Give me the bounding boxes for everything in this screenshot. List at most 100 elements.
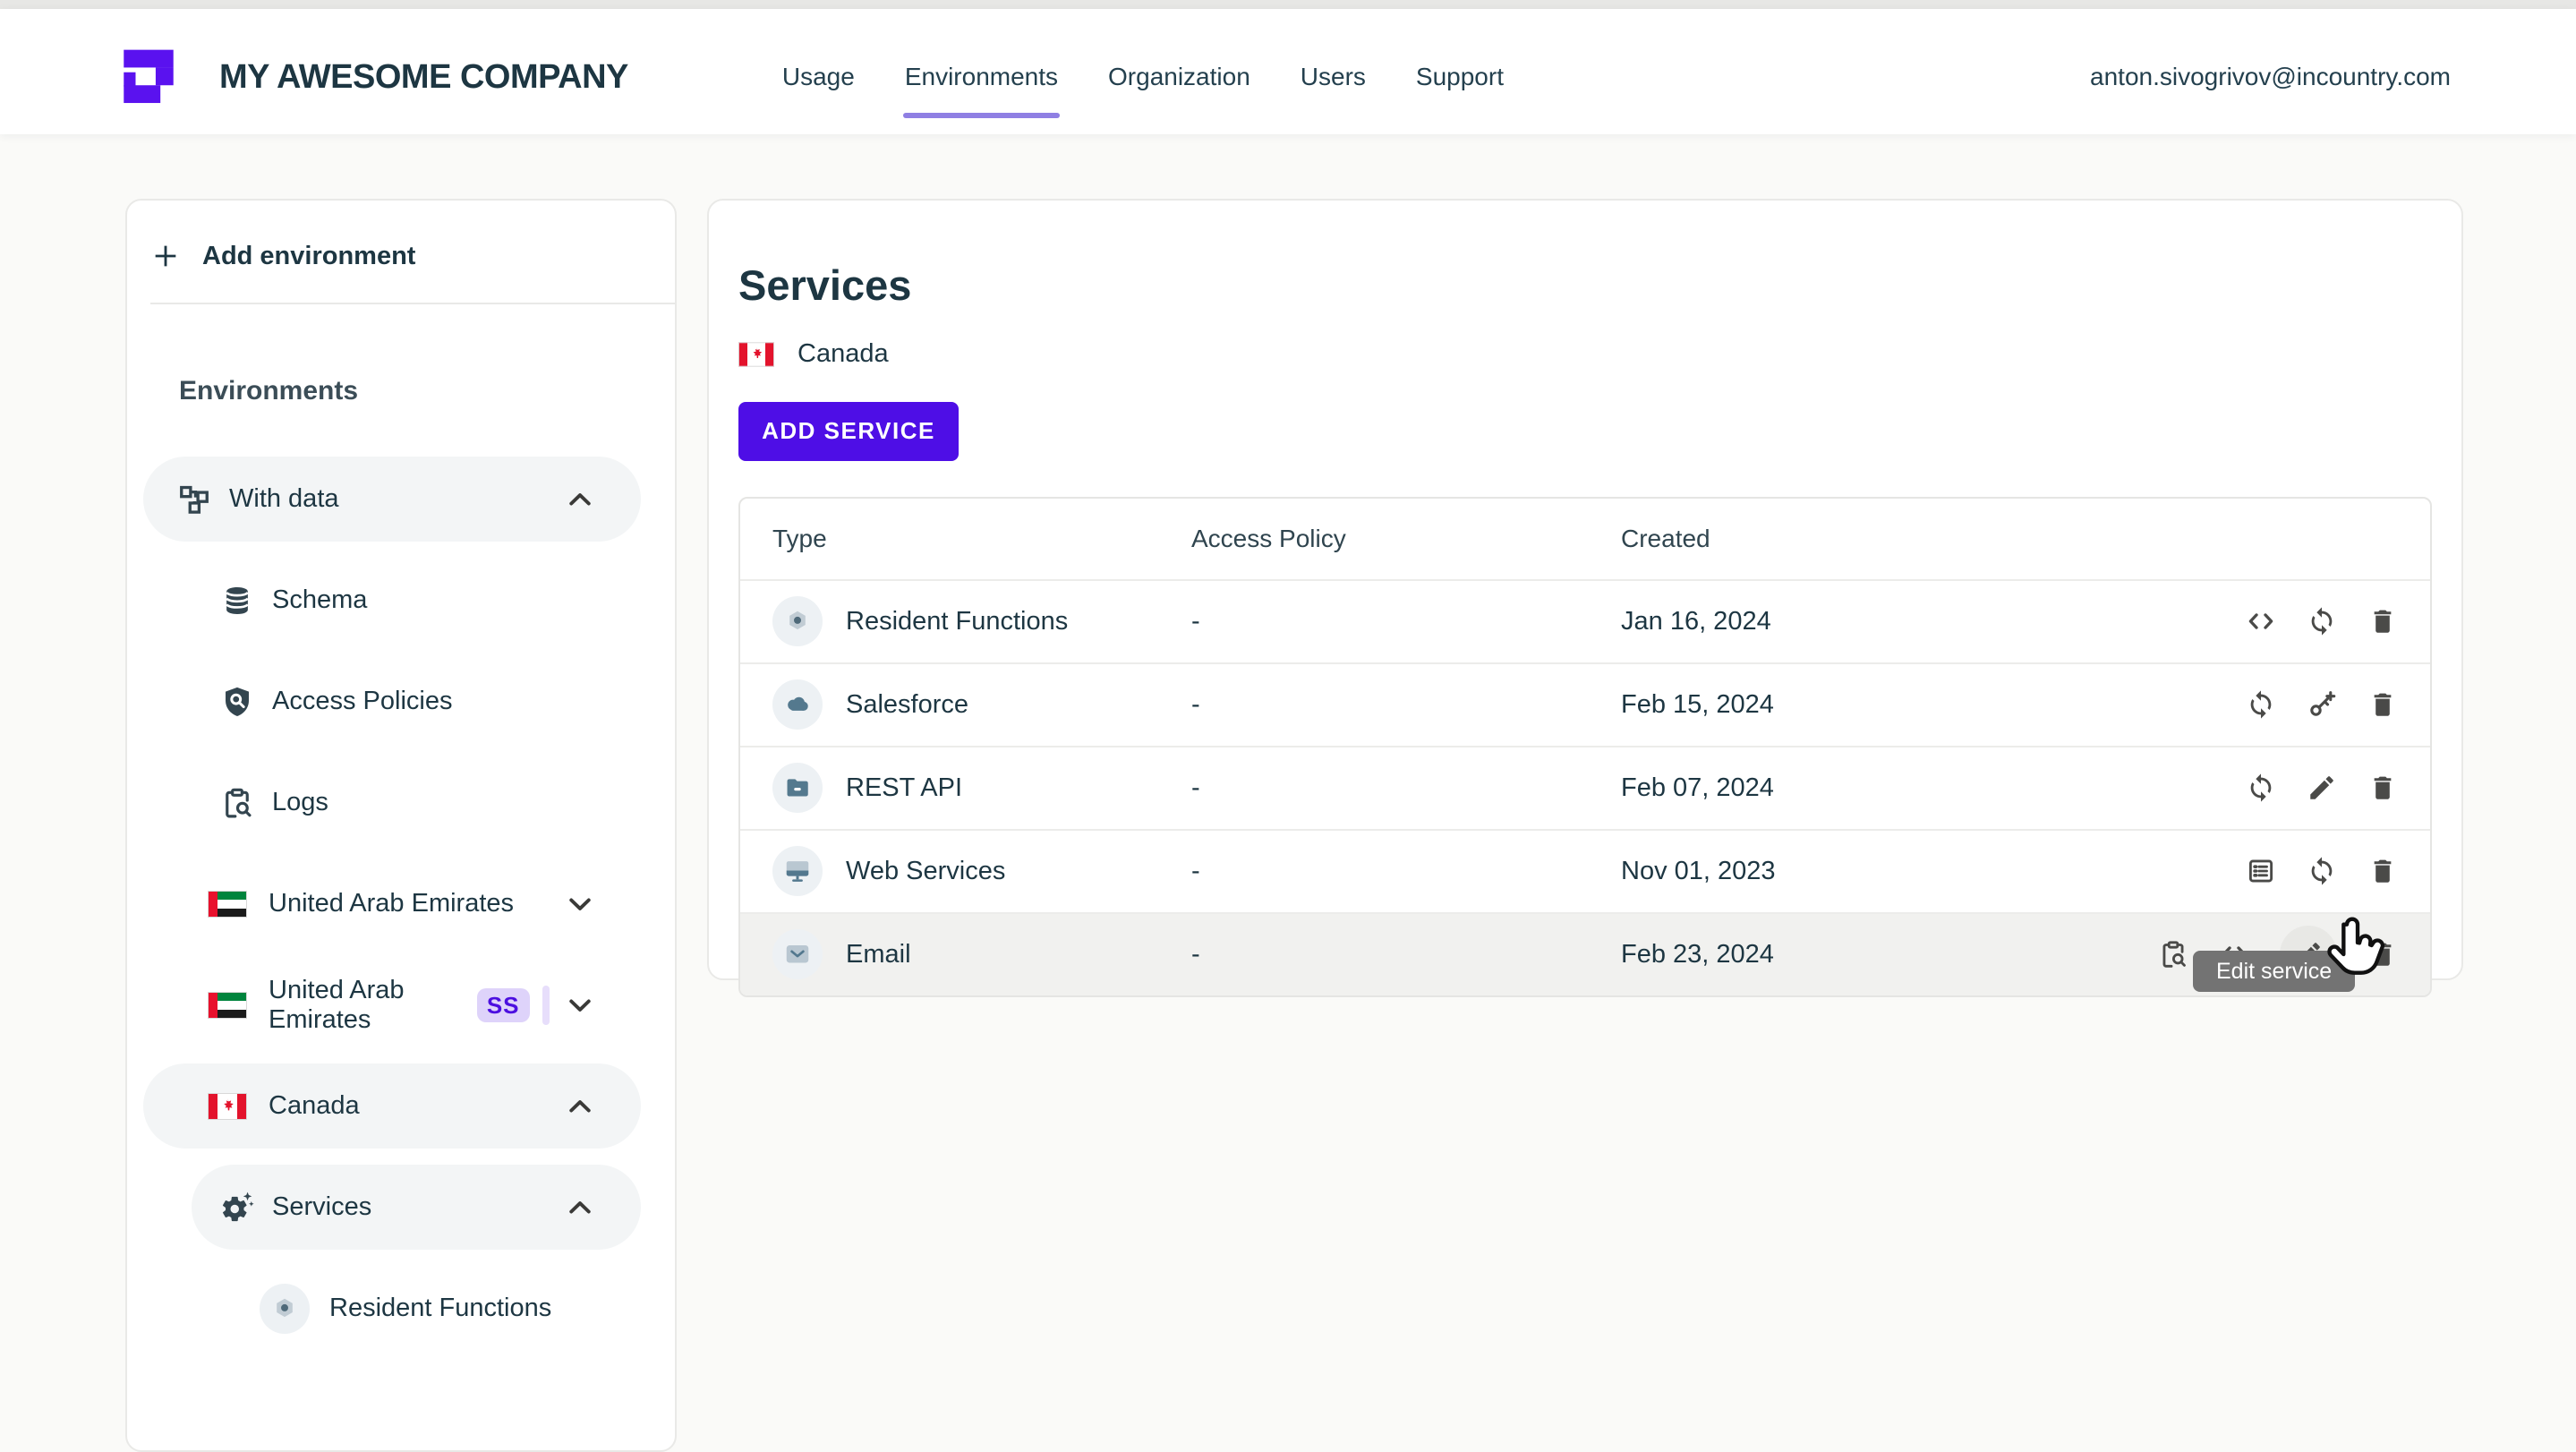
table-header: Type Access Policy Created [740,499,2430,579]
resident-functions-icon [260,1284,310,1334]
service-type-label: REST API [846,773,962,803]
user-email[interactable]: anton.sivogrivov@incountry.com [2090,63,2451,91]
flag-ca-icon [738,342,774,367]
brand[interactable]: MY AWESOME COMPANY [119,47,628,107]
add-environment-label: Add environment [202,242,415,271]
column-created: Created [1621,525,2060,553]
sync-action-button[interactable] [2307,606,2337,636]
sidebar-item-united-arab-emirates[interactable]: United Arab Emirates [143,861,641,946]
folder-icon [772,763,823,813]
gear-sparkle-icon [220,1191,254,1225]
flag-ca-icon [208,1093,247,1120]
chevron-up-icon[interactable] [564,483,596,516]
chevron-up-icon[interactable] [564,1191,596,1224]
column-access-policy: Access Policy [1191,525,1621,553]
sidebar-item-label: Resident Functions [329,1294,551,1323]
row-actions [2060,606,2430,636]
nav-tab-users[interactable]: Users [1299,59,1368,95]
sidebar-item-canada[interactable]: Canada [143,1063,641,1149]
chevron-down-icon[interactable] [564,989,596,1021]
service-row-email[interactable]: Email - Feb 23, 2024 [740,912,2430,995]
sidebar-item-label: Services [272,1192,371,1222]
delete-action-button[interactable] [2367,689,2398,720]
database-icon [220,584,254,618]
delete-action-button[interactable] [2367,606,2398,636]
edit-service-tooltip: Edit service [2193,951,2355,992]
sidebar-item-schema[interactable]: Schema [192,558,641,643]
sidebar-item-services[interactable]: Services [192,1165,641,1250]
code-action-button[interactable] [2246,606,2276,636]
plus-icon [150,241,181,271]
chevron-up-icon[interactable] [564,1090,596,1123]
access-policy-value: - [1191,857,1621,886]
hierarchy-icon [177,483,211,517]
window-top-strip [0,0,2576,9]
nav-tab-usage[interactable]: Usage [780,59,857,95]
delete-action-button[interactable] [2367,939,2398,969]
page-title: Services [738,261,2432,311]
list-action-button[interactable] [2246,856,2276,886]
company-logo-icon [119,47,178,107]
sidebar-item-logs[interactable]: Logs [192,760,641,845]
nav-tab-label: Usage [782,63,855,90]
nav-tab-support[interactable]: Support [1414,59,1506,95]
access-policy-value: - [1191,773,1621,803]
services-table: Type Access Policy Created Resident Func… [738,497,2432,997]
service-type-label: Web Services [846,857,1005,886]
clipboard-search-action-button[interactable] [2158,939,2188,969]
created-value: Jan 16, 2024 [1621,607,2060,636]
delete-action-button[interactable] [2367,773,2398,803]
table-body: Resident Functions - Jan 16, 2024 Salesf… [740,579,2430,995]
sidebar-section-title: Environments [179,376,675,406]
chevron-down-icon[interactable] [564,888,596,920]
badge-divider [542,986,550,1025]
flag-ae-icon [208,992,247,1019]
access-policy-value: - [1191,940,1621,969]
sync-action-button[interactable] [2307,856,2337,886]
ss-badge: SS [477,988,530,1022]
sidebar-item-united-arab-emirates[interactable]: United Arab EmiratesSS [143,962,641,1047]
sidebar-item-label: With data [229,484,339,514]
company-name: MY AWESOME COMPANY [219,58,628,97]
nav-tab-environments[interactable]: Environments [903,59,1060,95]
top-navbar: MY AWESOME COMPANY Usage Environments Orga… [0,9,2576,134]
sidebar-item-label: United Arab Emirates [269,976,477,1035]
sync-action-button[interactable] [2246,773,2276,803]
add-service-button[interactable]: ADD SERVICE [738,402,959,461]
sidebar-item-with-data[interactable]: With data [143,457,641,542]
nav-tab-organization[interactable]: Organization [1106,59,1252,95]
sidebar-divider [150,303,675,304]
sidebar-item-access-policies[interactable]: Access Policies [192,659,641,744]
edit-action-button[interactable] [2307,773,2337,803]
access-policy-value: - [1191,607,1621,636]
environments-sidebar: Add environment Environments With data Sc… [125,199,677,1452]
nav-tab-label: Organization [1108,63,1250,90]
row-actions [2060,856,2430,886]
country-line: Canada [738,339,2432,370]
main-nav: Usage Environments Organization Users Suppor… [780,59,1506,95]
add-environment-button[interactable]: Add environment [150,227,657,285]
country-name: Canada [798,339,889,369]
delete-action-button[interactable] [2367,856,2398,886]
created-value: Feb 15, 2024 [1621,690,2060,720]
service-row-resident-functions[interactable]: Resident Functions - Jan 16, 2024 [740,579,2430,662]
service-row-web-services[interactable]: Web Services - Nov 01, 2023 [740,829,2430,912]
nav-tab-label: Environments [905,63,1058,90]
sync-action-button[interactable] [2246,689,2276,720]
row-actions [2060,773,2430,803]
column-type: Type [772,525,1191,553]
resident-functions-icon [772,596,823,646]
monitor-icon [772,846,823,896]
clipboard-search-icon [220,786,254,820]
service-row-rest-api[interactable]: REST API - Feb 07, 2024 [740,746,2430,829]
sidebar-item-resident-functions[interactable]: Resident Functions [143,1266,641,1351]
services-panel: Services Canada ADD SERVICE Type Access … [707,199,2463,980]
envelope-icon [772,929,823,979]
service-type-label: Email [846,940,911,969]
row-actions [2060,689,2430,720]
shield-search-icon [220,685,254,719]
sidebar-item-label: Schema [272,585,367,615]
service-row-salesforce[interactable]: Salesforce - Feb 15, 2024 [740,662,2430,746]
key-plus-action-button[interactable] [2307,689,2337,720]
environment-tree: With data Schema Access Policies Logs United… [127,457,675,1351]
